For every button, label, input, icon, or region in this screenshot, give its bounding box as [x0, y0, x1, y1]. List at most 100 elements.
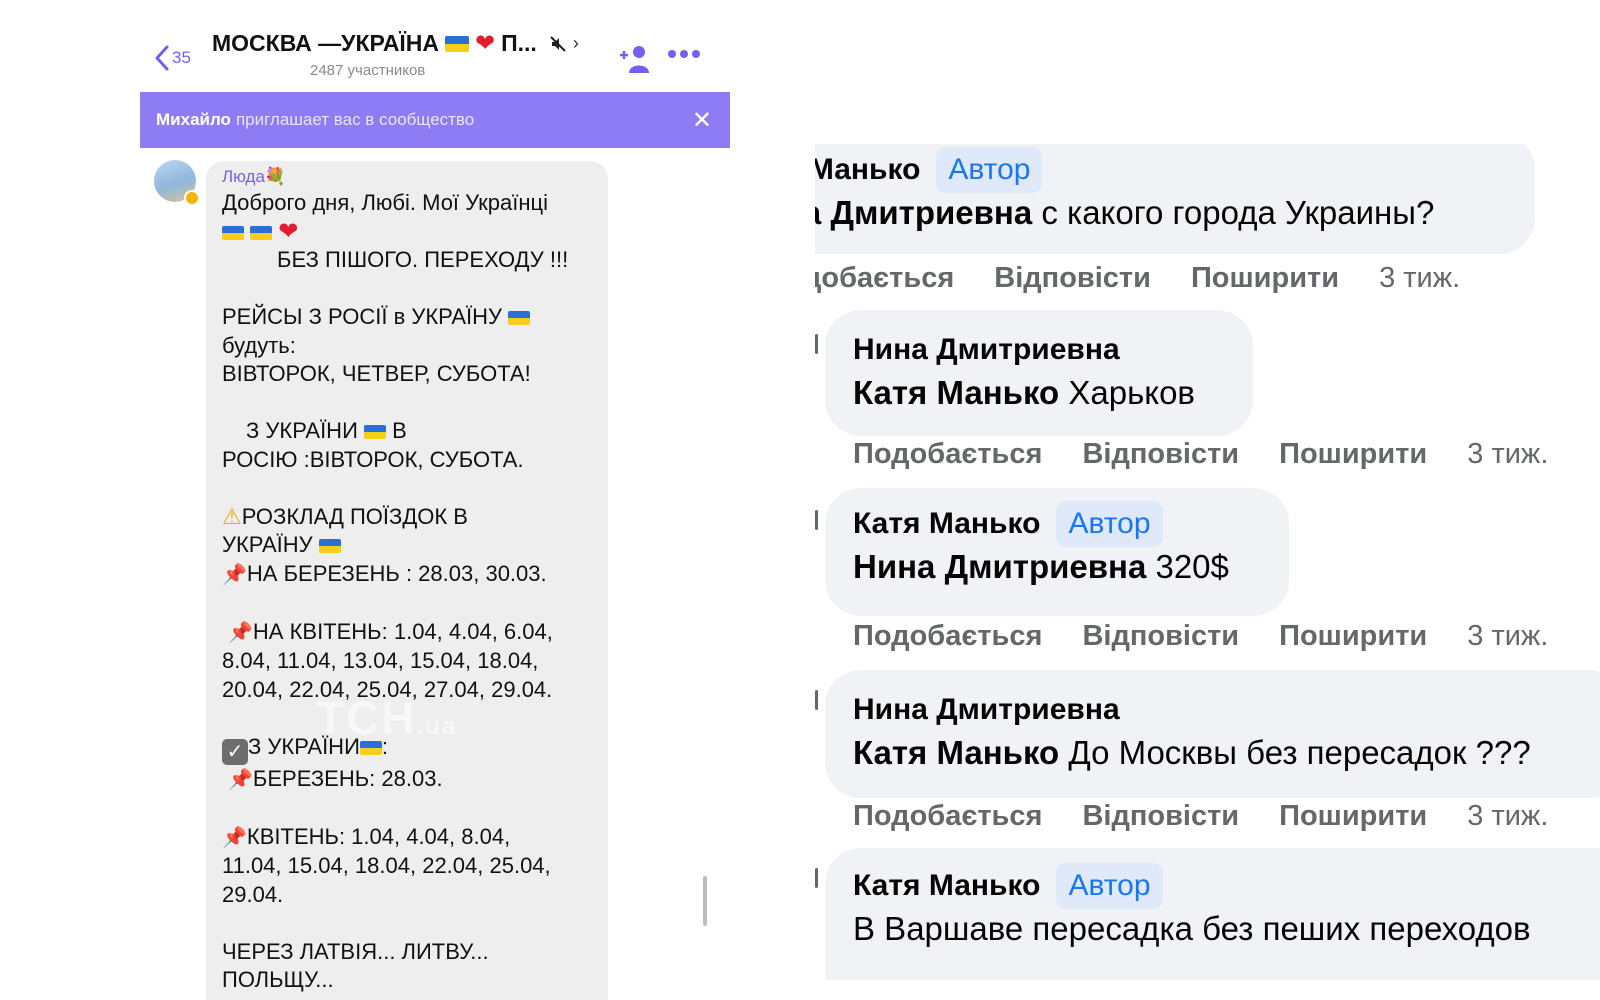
message-line: ПОЛЬЩУ... [222, 967, 334, 992]
pushpin-icon: 📌 [222, 826, 247, 849]
comment-bubble[interactable]: Катя Манько Автор Нина Дмитриевна 320$ [825, 488, 1289, 616]
comment-bubble[interactable]: Катя Манько Автор В Варшаве пересадка бе… [825, 848, 1600, 980]
unread-count: 35 [172, 48, 191, 67]
bouquet-icon: 💐 [264, 167, 287, 186]
message-line: ⚠РОЗКЛАД ПОЇЗДОК В [222, 503, 468, 529]
message-line: РОСІЮ :ВІВТОРОК, СУБОТА. [222, 446, 524, 472]
share-button[interactable]: Поширити [1279, 620, 1427, 653]
like-button[interactable]: Подобається [853, 620, 1042, 653]
comment-bubble[interactable]: я Манько Автор на Дмитриевна с какого го… [815, 144, 1535, 254]
comment-time: 3 тиж. [1467, 620, 1549, 652]
reply-button[interactable]: Відповісти [994, 262, 1151, 295]
ukraine-flag-icon [222, 225, 244, 240]
share-button[interactable]: Поширити [1279, 438, 1427, 471]
comment-text: Нина Дмитриевна 320$ [853, 548, 1229, 585]
pushpin-icon: 📌 [228, 621, 253, 644]
ukraine-flag-icon [508, 311, 531, 326]
comment-actions: добається Відповісти Поширити 3 тиж. [815, 262, 1460, 295]
comment-text: Катя Манько Харьков [853, 374, 1195, 411]
scrollbar[interactable] [703, 876, 707, 926]
message-sender[interactable]: Люда💐 [222, 167, 592, 187]
inviter-name: Михайло [156, 110, 231, 129]
comment-time: 3 тиж. [1467, 438, 1549, 470]
comment-actions: Подобається Відповісти Поширити 3 тиж. [853, 800, 1548, 833]
reply-button[interactable]: Відповісти [1082, 620, 1239, 653]
comment-text: В Варшаве пересадка без пеших переходов [853, 910, 1531, 947]
comment-time: 3 тиж. [1467, 800, 1549, 832]
message-bubble[interactable]: Люда💐 Доброго дня, Любі. Мої Українці ❤ … [206, 161, 608, 1000]
message-line: будуть: [222, 332, 296, 358]
author-badge: Автор [1056, 863, 1163, 909]
share-button[interactable]: Поширити [1191, 262, 1339, 295]
comment-actions: Подобається Відповісти Поширити 3 тиж. [853, 438, 1548, 471]
message-line: 📌БЕРЕЗЕНЬ: 28.03. [228, 765, 443, 791]
chat-panel: 35 МОСКВА —УКРАЇНА ❤ П... › 2487 участни… [140, 0, 730, 1000]
message-line-emoji: ❤ [222, 218, 592, 247]
ukraine-flag-icon [364, 425, 387, 440]
comment-bubble[interactable]: Нина Дмитриевна Катя Манько До Москвы бе… [825, 670, 1600, 798]
comment-author[interactable]: Катя Манько Автор [853, 863, 1600, 909]
like-button[interactable]: добається [815, 262, 954, 295]
chat-title[interactable]: МОСКВА —УКРАЇНА ❤ П... › [212, 30, 579, 57]
message-line: З УКРАЇНИ В [246, 418, 407, 443]
chevron-left-icon [155, 45, 169, 71]
comment-author[interactable]: я Манько Автор [815, 147, 1507, 193]
warning-icon: ⚠ [222, 503, 242, 529]
chevron-right-icon: › [572, 33, 579, 53]
participants-count: 2487 участников [310, 62, 426, 79]
invite-text: приглашает вас в сообщество [235, 110, 475, 129]
chat-title-suffix: П... [501, 30, 537, 56]
comment-text: Катя Манько До Москвы без пересадок ??? [853, 734, 1531, 771]
reply-button[interactable]: Відповісти [1082, 800, 1239, 833]
message-line: ЧЕРЕЗ ЛАТВІЯ... ЛИТВУ... [222, 938, 489, 964]
like-button[interactable]: Подобається [853, 800, 1042, 833]
message-line: УКРАЇНУ [222, 531, 592, 560]
ukraine-flag-icon [250, 225, 273, 240]
thread-line [815, 334, 818, 354]
ukraine-flag-icon [318, 539, 341, 554]
comment-text: на Дмитриевна с какого города Украины? [815, 194, 1435, 231]
author-badge: Автор [936, 147, 1043, 193]
message-line: ВІВТОРОК, ЧЕТВЕР, СУБОТА! [222, 361, 531, 386]
admin-badge-icon [184, 190, 200, 206]
add-member-icon[interactable] [618, 42, 652, 76]
comment-author[interactable]: Нина Дмитриевна [853, 690, 1597, 730]
comments-panel: я Манько Автор на Дмитриевна с какого го… [815, 144, 1600, 980]
watermark: ТСН.ua [316, 692, 458, 744]
more-options-icon[interactable] [668, 50, 700, 58]
pushpin-icon: 📌 [222, 563, 247, 586]
message-line: 📌НА КВІТЕНЬ: 1.04, 4.04, 6.04, [228, 618, 553, 644]
message-line: 11.04, 15.04, 18.04, 22.04, 25.04, [222, 853, 551, 878]
thread-line [815, 510, 818, 530]
comment-author[interactable]: Катя Манько Автор [853, 501, 1261, 547]
thread-line [815, 868, 818, 888]
message-line: 📌НА БЕРЕЗЕНЬ : 28.03, 30.03. [222, 560, 547, 586]
chat-title-text: МОСКВА —УКРАЇНА [212, 30, 440, 56]
comment-actions: Подобається Відповісти Поширити 3 тиж. [853, 620, 1548, 653]
chat-header: 35 МОСКВА —УКРАЇНА ❤ П... › 2487 участни… [140, 0, 730, 92]
community-invite-banner[interactable]: Михайло приглашает вас в сообщество ✕ [140, 92, 730, 148]
close-icon[interactable]: ✕ [692, 106, 712, 135]
message-line: БЕЗ ПІШОГО. ПЕРЕХОДУ !!! [277, 247, 569, 272]
comment-author[interactable]: Нина Дмитриевна [853, 330, 1225, 370]
message-line: 📌КВІТЕНЬ: 1.04, 4.04, 8.04, [222, 823, 511, 849]
heart-icon: ❤ [475, 29, 496, 57]
author-badge: Автор [1056, 501, 1163, 547]
heart-icon: ❤ [278, 217, 299, 245]
message-line: 8.04, 11.04, 13.04, 15.04, 18.04, [222, 648, 539, 673]
message-line: 29.04. [222, 881, 284, 907]
like-button[interactable]: Подобається [853, 438, 1042, 471]
pushpin-icon: 📌 [228, 768, 253, 791]
share-button[interactable]: Поширити [1279, 800, 1427, 833]
checkmark-icon: ✓ [222, 738, 248, 765]
avatar[interactable] [154, 160, 200, 206]
ukraine-flag-icon [445, 35, 470, 52]
mute-icon [550, 35, 566, 52]
reply-button[interactable]: Відповісти [1082, 438, 1239, 471]
thread-line [815, 690, 818, 710]
back-button[interactable]: 35 [154, 44, 191, 72]
message-line: Доброго дня, Любі. Мої Українці [222, 190, 548, 215]
message-line: РЕЙСЫ З РОСІЇ в УКРАЇНУ [222, 303, 592, 332]
comment-bubble[interactable]: Нина Дмитриевна Катя Манько Харьков [825, 310, 1253, 436]
comment-time: 3 тиж. [1379, 262, 1461, 294]
